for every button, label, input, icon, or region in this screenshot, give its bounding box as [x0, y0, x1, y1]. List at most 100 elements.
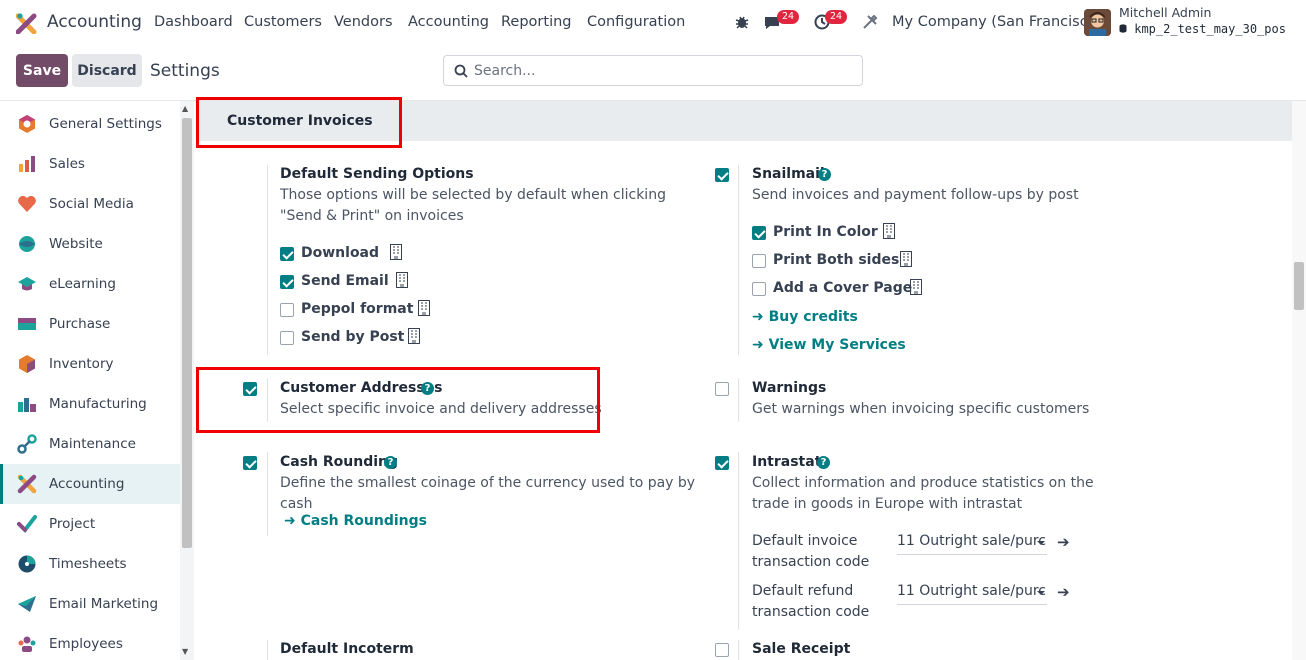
accounting-app-icon[interactable] — [16, 12, 38, 34]
company-building-icon — [408, 328, 420, 344]
setting-divider — [267, 452, 268, 536]
option-peppol-format: Peppol format — [301, 301, 414, 317]
option-print-both-sides: Print Both sides — [773, 252, 900, 268]
view-my-services-label: View My Services — [768, 337, 906, 353]
external-link-arrow-icon[interactable]: ➔ — [1057, 533, 1070, 551]
arrow-right-icon: ➜ — [284, 513, 301, 529]
company-building-icon — [900, 251, 912, 267]
user-avatar[interactable] — [1084, 9, 1111, 36]
help-icon[interactable]: ? — [384, 456, 397, 469]
main-scrollbar[interactable] — [1292, 101, 1306, 660]
checkbox-intrastat[interactable] — [715, 456, 729, 470]
manufacturing-icon — [18, 398, 36, 412]
checkbox-print-in-color[interactable] — [752, 226, 766, 240]
checkbox-warnings[interactable] — [715, 382, 729, 396]
bug-icon[interactable] — [734, 14, 750, 30]
main-scrollbar-thumb[interactable] — [1294, 262, 1304, 310]
setting-desc-snailmail: Send invoices and payment follow-ups by … — [752, 187, 1079, 203]
external-link-arrow-icon[interactable]: ➔ — [1057, 583, 1070, 601]
option-print-in-color: Print In Color — [773, 224, 878, 240]
discard-button[interactable]: Discard — [72, 54, 142, 87]
sidebar-item-label: Purchase — [49, 316, 111, 332]
sidebar-item-label: Inventory — [49, 356, 114, 372]
sidebar-item-label: Employees — [49, 636, 123, 652]
sidebar-item-manufacturing[interactable]: Manufacturing — [0, 384, 180, 424]
checkbox-add-cover-page[interactable] — [752, 282, 766, 296]
menu-vendors[interactable]: Vendors — [334, 14, 393, 30]
search-input[interactable] — [474, 60, 854, 82]
tools-icon[interactable] — [862, 14, 878, 30]
email-marketing-icon — [18, 596, 36, 612]
sidebar-item-accounting[interactable]: Accounting — [0, 464, 180, 504]
setting-divider — [267, 640, 268, 660]
setting-title-warnings: Warnings — [752, 380, 827, 396]
sidebar-item-employees[interactable]: Employees — [0, 624, 180, 660]
search-box[interactable] — [443, 55, 863, 86]
company-building-icon — [418, 300, 430, 316]
sidebar-item-purchase[interactable]: Purchase — [0, 304, 180, 344]
app-name[interactable]: Accounting — [47, 12, 142, 32]
menu-reporting[interactable]: Reporting — [501, 14, 572, 30]
sidebar-item-label: Sales — [49, 156, 85, 172]
checkbox-download[interactable] — [280, 247, 294, 261]
setting-desc-cash-rounding: Define the smallest coinage of the curre… — [280, 475, 696, 512]
select-default-invoice-code[interactable]: 11 Outright sale/purcl — [897, 533, 1047, 555]
sidebar-item-inventory[interactable]: Inventory — [0, 344, 180, 384]
help-icon[interactable]: ? — [818, 168, 831, 181]
view-my-services-link[interactable]: ➜ View My Services — [752, 337, 906, 353]
highlight-box-customer-addresses — [196, 367, 600, 433]
checkbox-print-both-sides[interactable] — [752, 254, 766, 268]
sidebar-item-label: Email Marketing — [49, 596, 159, 612]
cash-roundings-link[interactable]: ➜ Cash Roundings — [284, 513, 427, 529]
checkbox-cash-rounding[interactable] — [243, 456, 257, 470]
sidebar-item-project[interactable]: Project — [0, 504, 180, 544]
sidebar-scrollbar-thumb[interactable] — [182, 118, 192, 548]
save-button[interactable]: Save — [16, 54, 68, 87]
checkbox-send-by-post[interactable] — [280, 331, 294, 345]
timesheets-icon — [18, 555, 36, 573]
menu-dashboard[interactable]: Dashboard — [154, 14, 233, 30]
menu-customers[interactable]: Customers — [244, 14, 322, 30]
checkbox-sale-receipt[interactable] — [715, 643, 729, 657]
sidebar-item-label: Accounting — [49, 476, 125, 492]
sidebar-item-label: General Settings — [49, 116, 162, 132]
buy-credits-label: Buy credits — [768, 309, 858, 325]
buy-credits-link[interactable]: ➜ Buy credits — [752, 309, 858, 325]
menu-accounting[interactable]: Accounting — [408, 14, 489, 30]
setting-title-intrastat: Intrastat — [752, 454, 822, 470]
select-default-refund-code[interactable]: 11 Outright sale/purcl — [897, 583, 1047, 605]
scroll-down-arrow-icon[interactable]: ▼ — [182, 647, 188, 656]
sidebar-item-elearning[interactable]: eLearning — [0, 264, 180, 304]
user-name[interactable]: Mitchell Admin — [1119, 5, 1211, 20]
checkbox-peppol-format[interactable] — [280, 303, 294, 317]
chevron-down-icon — [1037, 591, 1045, 595]
option-download: Download — [301, 245, 380, 261]
scroll-up-arrow-icon[interactable]: ▲ — [182, 104, 188, 113]
checkbox-snailmail[interactable] — [715, 168, 729, 182]
sidebar-item-label: Maintenance — [49, 436, 136, 452]
sidebar-item-label: Social Media — [49, 196, 134, 212]
company-switcher[interactable]: My Company (San Francisco) — [892, 14, 1102, 30]
database-name: kmp_2_test_may_30_pos — [1119, 22, 1286, 36]
setting-desc-intrastat: Collect information and produce statisti… — [752, 475, 1094, 512]
sales-icon — [19, 156, 35, 172]
checkbox-send-email[interactable] — [280, 275, 294, 289]
option-add-cover-page: Add a Cover Page — [773, 280, 913, 296]
help-icon[interactable]: ? — [817, 456, 830, 469]
menu-configuration[interactable]: Configuration — [587, 14, 685, 30]
cash-roundings-label: Cash Roundings — [300, 513, 427, 529]
social-media-icon — [18, 195, 36, 212]
sidebar-item-label: Timesheets — [49, 556, 127, 572]
sidebar-item-label: Project — [49, 516, 96, 532]
label-default-invoice-code: Default invoice transaction code — [752, 533, 870, 570]
sidebar-item-social-media[interactable]: Social Media — [0, 184, 180, 224]
sidebar-item-timesheets[interactable]: Timesheets — [0, 544, 180, 584]
sidebar-item-sales[interactable]: Sales — [0, 144, 180, 184]
sidebar-item-label: Manufacturing — [49, 396, 147, 412]
sidebar-item-email-marketing[interactable]: Email Marketing — [0, 584, 180, 624]
company-building-icon — [910, 279, 922, 295]
sidebar-item-website[interactable]: Website — [0, 224, 180, 264]
sidebar-item-general-settings[interactable]: General Settings — [0, 104, 180, 144]
sidebar-item-maintenance[interactable]: Maintenance — [0, 424, 180, 464]
setting-divider — [738, 165, 739, 355]
